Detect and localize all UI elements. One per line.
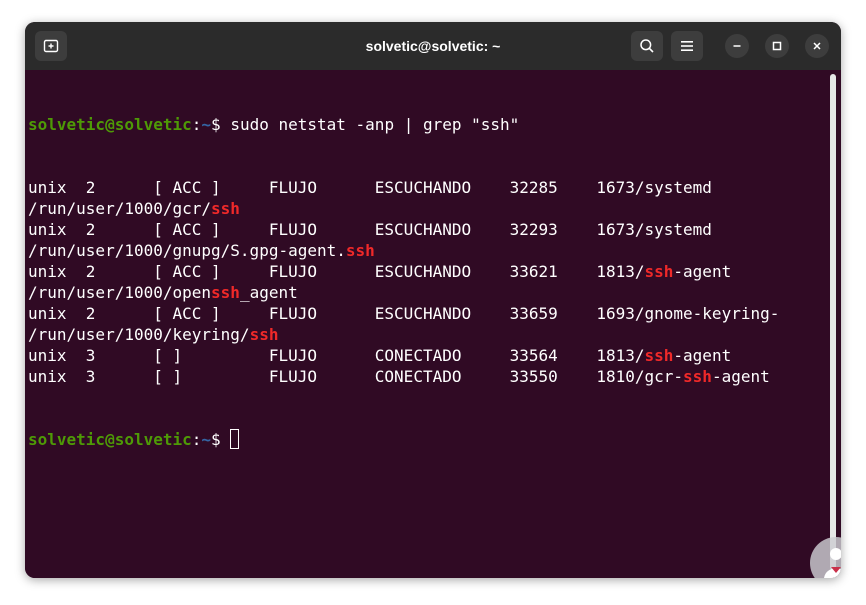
current-prompt-line[interactable]: solvetic@solvetic:~$ <box>28 429 828 450</box>
minimize-icon <box>733 45 741 47</box>
new-tab-icon <box>43 39 59 53</box>
prompt-colon: : <box>191 430 202 449</box>
grep-match-highlight: ssh <box>683 367 712 386</box>
terminal-output: solvetic@solvetic:~$ sudo netstat -anp |… <box>28 72 828 492</box>
output-text: /run/user/1000/open <box>28 283 212 302</box>
search-icon <box>640 39 654 53</box>
scrollbar[interactable] <box>830 74 836 570</box>
output-line: /run/user/1000/keyring/ssh <box>28 324 828 345</box>
grep-match-highlight: ssh <box>644 262 674 281</box>
grep-match-highlight: ssh <box>211 283 240 302</box>
output-line: unix 3 [ ] FLUJO CONECTADO 33564 1813/ss… <box>28 345 828 366</box>
grep-match-highlight: ssh <box>249 325 279 344</box>
prompt-symbol: $ <box>211 430 231 449</box>
output-line: unix 2 [ ACC ] FLUJO ESCUCHANDO 33659 16… <box>28 303 828 324</box>
close-button[interactable] <box>805 34 829 58</box>
output-text: /run/user/1000/keyring/ <box>28 325 250 344</box>
hamburger-menu-icon <box>681 41 693 51</box>
output-line: unix 2 [ ACC ] FLUJO ESCUCHANDO 32293 16… <box>28 219 828 240</box>
output-line: /run/user/1000/openssh_agent <box>28 282 828 303</box>
prompt-path: ~ <box>201 430 212 449</box>
window-title: solvetic@solvetic: ~ <box>365 38 501 54</box>
prompt-path: ~ <box>201 115 212 134</box>
title-bar[interactable]: solvetic@solvetic: ~ <box>25 22 841 70</box>
grep-match-highlight: ssh <box>644 346 674 365</box>
output-line: unix 2 [ ACC ] FLUJO ESCUCHANDO 32285 16… <box>28 177 828 198</box>
maximize-icon <box>772 41 782 51</box>
close-icon <box>813 42 821 50</box>
output-text: /run/user/1000/gnupg/S.gpg-agent. <box>28 241 346 260</box>
text-cursor <box>230 429 240 449</box>
prompt-colon: : <box>191 115 202 134</box>
prompt-symbol: $ <box>211 115 231 134</box>
output-text: /run/user/1000/gcr/ <box>28 199 212 218</box>
output-line: /run/user/1000/gcr/ssh <box>28 198 828 219</box>
command-line: solvetic@solvetic:~$ sudo netstat -anp |… <box>28 114 828 135</box>
logo-figure-icon <box>824 548 841 578</box>
output-text: -agent <box>673 346 732 365</box>
new-tab-button[interactable] <box>35 31 67 61</box>
output-text: unix 2 [ ACC ] FLUJO ESCUCHANDO 32285 16… <box>28 178 712 197</box>
menu-button[interactable] <box>671 31 703 61</box>
output-text: -agent <box>711 367 770 386</box>
output-line: unix 2 [ ACC ] FLUJO ESCUCHANDO 33621 18… <box>28 261 828 282</box>
output-text: -agent <box>673 262 732 281</box>
output-text: _agent <box>239 283 298 302</box>
output-text: unix 3 [ ] FLUJO CONECTADO 33550 1810/gc… <box>28 367 684 386</box>
output-text: unix 3 [ ] FLUJO CONECTADO 33564 1813/ <box>28 346 645 365</box>
grep-match-highlight: ssh <box>345 241 375 260</box>
search-button[interactable] <box>631 31 663 61</box>
minimize-button[interactable] <box>725 34 749 58</box>
maximize-button[interactable] <box>765 34 789 58</box>
output-line: unix 3 [ ] FLUJO CONECTADO 33550 1810/gc… <box>28 366 828 387</box>
output-text: unix 2 [ ACC ] FLUJO ESCUCHANDO 33621 18… <box>28 262 645 281</box>
terminal-area[interactable]: solvetic@solvetic:~$ sudo netstat -anp |… <box>25 70 841 578</box>
terminal-window: solvetic@solvetic: ~ solvetic@solvetic:~… <box>25 22 841 578</box>
command-output: unix 2 [ ACC ] FLUJO ESCUCHANDO 32285 16… <box>28 177 828 387</box>
output-text: unix 2 [ ACC ] FLUJO ESCUCHANDO 33659 16… <box>28 304 780 323</box>
grep-match-highlight: ssh <box>211 199 240 218</box>
prompt-user-host: solvetic@solvetic <box>28 430 192 449</box>
command-text: sudo netstat -anp | grep "ssh" <box>230 115 520 134</box>
prompt-user-host: solvetic@solvetic <box>28 115 192 134</box>
output-text: unix 2 [ ACC ] FLUJO ESCUCHANDO 32293 16… <box>28 220 712 239</box>
output-line: /run/user/1000/gnupg/S.gpg-agent.ssh <box>28 240 828 261</box>
